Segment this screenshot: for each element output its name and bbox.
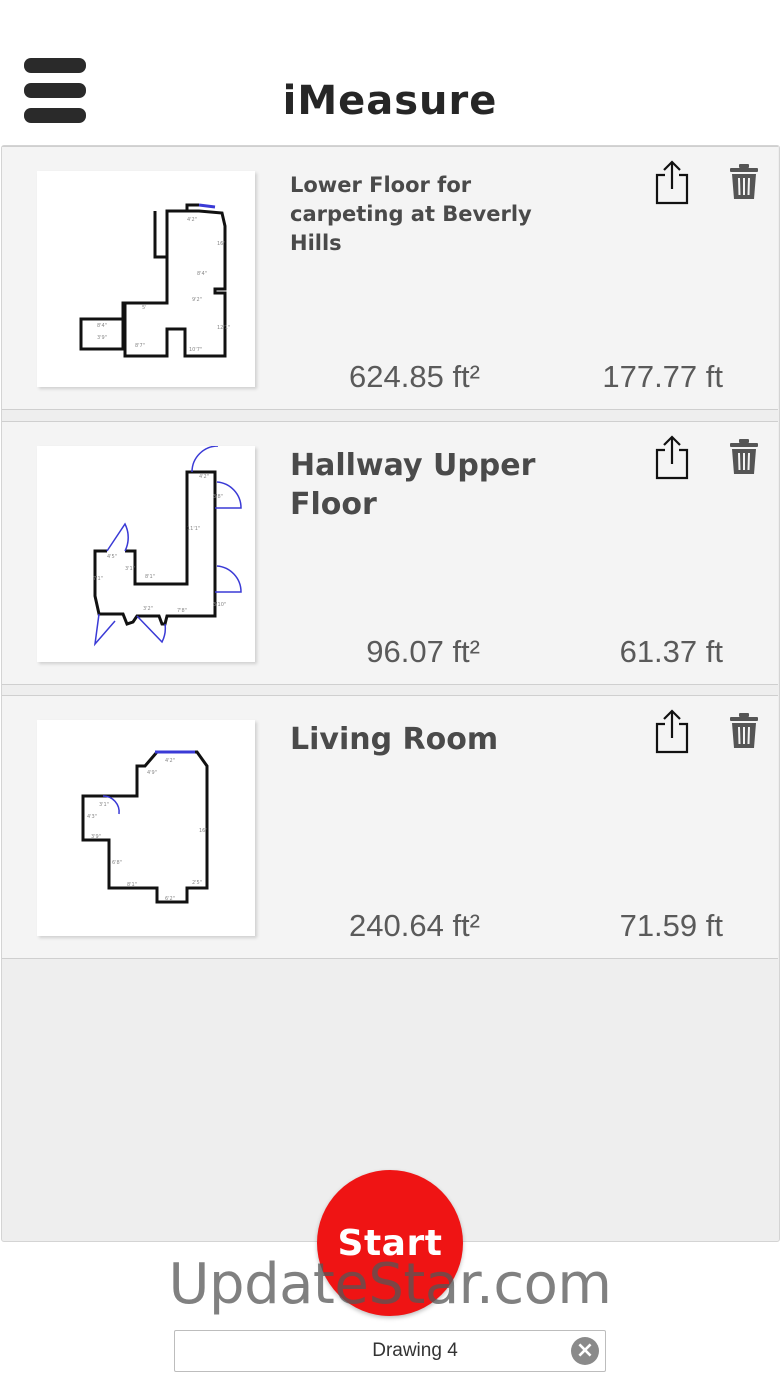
svg-text:4'3": 4'3": [87, 814, 97, 820]
svg-text:12'1": 12'1": [217, 325, 230, 331]
trash-icon[interactable]: [726, 712, 766, 758]
svg-text:4'9": 4'9": [147, 770, 157, 776]
floorplan-thumbnail[interactable]: 4'2" 3'1" 4'3" 3'9" 6'8" 16' 8'1" 6'2" 2'5" 4…: [37, 720, 255, 936]
svg-text:3'2": 3'2": [143, 606, 153, 612]
svg-text:4'5": 4'5": [107, 554, 117, 560]
svg-text:6'8": 6'8": [112, 860, 122, 866]
app-title: iMeasure: [282, 78, 498, 124]
area-value: 624.85 ft²: [349, 359, 480, 394]
svg-text:5': 5': [142, 305, 147, 311]
drawing-card-living-room[interactable]: 4'2" 3'1" 4'3" 3'9" 6'8" 16' 8'1" 6'2" 2'5" 4…: [2, 695, 778, 959]
drawing-card-hallway[interactable]: 4'2" 3'8" 11'1" 3'10" 3'2" 7'8" 8'1" 4'5" 3'…: [2, 421, 778, 685]
drawing-title: Living Room: [290, 722, 499, 757]
svg-text:11'1": 11'1": [187, 526, 200, 532]
svg-text:8'1": 8'1": [145, 574, 155, 580]
svg-text:7'1": 7'1": [93, 576, 103, 582]
svg-text:2'5": 2'5": [192, 880, 202, 886]
svg-text:16': 16': [217, 241, 225, 247]
drawing-card-lower-floor[interactable]: 4'2" 16' 8'4" 9'2" 12'1" 8'7" 10'7" 8'4" 3'9…: [2, 146, 778, 410]
svg-text:10'7": 10'7": [189, 347, 202, 353]
svg-text:3'9": 3'9": [97, 335, 107, 341]
clear-circle-x-icon[interactable]: ×: [571, 1337, 599, 1365]
svg-text:16': 16': [199, 828, 207, 834]
trash-icon[interactable]: [726, 163, 766, 209]
floorplan-thumbnail[interactable]: 4'2" 3'8" 11'1" 3'10" 3'2" 7'8" 8'1" 4'5" 3'…: [37, 446, 255, 662]
svg-text:3'1": 3'1": [125, 566, 135, 572]
svg-text:3'9": 3'9": [91, 834, 101, 840]
drawing-name-field[interactable]: ×: [174, 1330, 607, 1372]
svg-text:3'1": 3'1": [99, 802, 109, 808]
svg-text:4'2": 4'2": [187, 217, 197, 223]
svg-text:8'4": 8'4": [97, 323, 107, 329]
share-icon[interactable]: [652, 159, 692, 205]
drawing-name-input[interactable]: [175, 1331, 607, 1371]
trash-icon[interactable]: [726, 438, 766, 484]
perimeter-value: 71.59 ft: [619, 908, 723, 943]
floorplan-thumbnail[interactable]: 4'2" 16' 8'4" 9'2" 12'1" 8'7" 10'7" 8'4" 3'9…: [37, 171, 255, 387]
share-icon[interactable]: [652, 434, 692, 480]
svg-text:8'1": 8'1": [127, 882, 137, 888]
svg-text:7'8": 7'8": [177, 608, 187, 614]
watermark: UpdateStar.com: [168, 1252, 612, 1317]
area-value: 240.64 ft²: [349, 908, 480, 943]
perimeter-value: 177.77 ft: [602, 359, 723, 394]
svg-text:3'8": 3'8": [213, 494, 223, 500]
svg-text:6'2": 6'2": [165, 896, 175, 902]
area-value: 96.07 ft²: [366, 634, 480, 669]
svg-text:8'4": 8'4": [197, 271, 207, 277]
svg-text:8'7": 8'7": [135, 343, 145, 349]
drawing-title: Hallway Upper Floor: [290, 448, 536, 522]
share-icon[interactable]: [652, 708, 692, 754]
drawing-title: Lower Floor for carpeting at Beverly Hil…: [290, 173, 532, 255]
svg-text:9'2": 9'2": [192, 297, 202, 303]
svg-text:4'2": 4'2": [165, 758, 175, 764]
svg-text:4'2": 4'2": [199, 474, 209, 480]
svg-text:3'10": 3'10": [213, 602, 226, 608]
perimeter-value: 61.37 ft: [619, 634, 723, 669]
